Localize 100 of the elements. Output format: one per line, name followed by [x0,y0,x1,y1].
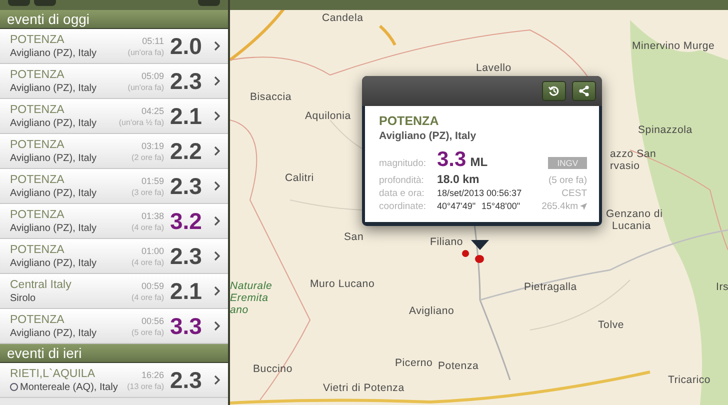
history-button[interactable] [542,81,566,101]
place-label: Spinazzola [638,124,692,136]
highway [378,24,396,46]
event-time: 05:11 [142,36,164,46]
event-age: (4 ore fa) [132,222,164,232]
history-icon [548,85,560,97]
event-region: Avigliano (PZ), Italy [10,82,97,94]
popup-pointer [471,240,489,250]
event-age: (un'ora ½ fa) [118,118,164,126]
longitude: 15°48'00" [482,201,520,211]
share-button[interactable] [572,81,596,101]
event-time: 00:59 [141,280,164,290]
chevron-icon [214,146,220,156]
place-label: Muro Lucano [310,278,375,290]
event-place: POTENZA [10,174,66,186]
section-header: eventi di oggi [0,10,228,29]
magnitude: 2.3 [170,366,203,394]
event-region: Avigliano (PZ), Italy [10,118,97,128]
field-label: magnitudo: [379,158,428,169]
place-label: San [344,231,364,243]
event-region: Montereale (AQ), Italy [20,382,118,392]
event-place: Central Italy [10,278,72,290]
chevron-icon [214,286,220,296]
event-marker[interactable] [462,250,469,257]
chevron-icon [214,321,220,331]
place-label: Pietragalla [524,281,577,293]
magnitude: 2.3 [170,242,203,270]
chevron-icon [214,111,220,121]
place-label: ano [230,304,248,316]
field-label: coordinate: [379,201,428,212]
magnitude: 2.2 [170,138,203,164]
place-label: rvasio [610,160,640,172]
place-label: Irs [716,281,728,293]
event-place: POTENZA [10,244,66,256]
place-label: Tolve [598,319,624,331]
map[interactable] [230,0,728,405]
magnitude-unit: ML [470,155,488,169]
place-label: Minervino Murge [632,40,715,52]
chevron-icon [214,41,220,51]
magnitude-value: 3.3 [437,148,466,171]
place-label: Tricarico [668,374,711,386]
chevron-icon [214,181,220,191]
share-icon [578,85,590,97]
place-label: Aquilonia [305,110,351,122]
event-marker[interactable] [475,255,484,263]
event-time: 05:09 [141,70,164,80]
event-region: Avigliano (PZ), Italy [10,222,97,234]
magnitude: 2.1 [170,278,203,304]
event-place: POTENZA [10,68,66,80]
event-region: Avigliano (PZ), Italy [10,328,97,338]
place-label: Lucania [612,220,651,232]
popup-title: POTENZA [379,114,440,128]
event-time: 00:56 [141,316,164,326]
event-age: (4 ore fa) [132,258,164,266]
place-label: Candela [322,12,364,24]
place-label: Bisaccia [250,91,292,103]
event-place: RIETI,L`AQUILA [10,368,96,380]
place-label: Eremita [230,292,268,304]
popup-region: Avigliano (PZ), Italy [379,130,478,142]
event-time: 01:38 [141,210,164,220]
event-age: (13 ore fa) [127,382,164,390]
section-header: eventi di ieri [0,344,228,363]
event-time: 01:00 [141,246,164,256]
depth-value: 18.0 km [437,174,480,186]
place-label: Picerno [395,357,433,369]
chevron-icon [214,251,220,261]
event-region: Avigliano (PZ), Italy [10,152,97,164]
event-time: 16:26 [141,370,164,380]
timezone: CEST [562,188,587,199]
event-age: (4 ore fa) [132,292,164,302]
magnitude: 2.0 [170,32,203,60]
event-age: (5 ore fa) [132,328,164,336]
place-label: Naturale [230,280,272,292]
event-age: (5 ore fa) [548,175,587,186]
latitude: 40°47'49" [437,201,476,211]
magnitude: 3.3 [170,312,203,340]
event-time: 01:59 [141,176,164,186]
event-place: POTENZA [10,104,66,116]
event-region: Avigliano (PZ), Italy [10,188,97,198]
place-label: Calitri [285,172,314,184]
field-label: profondità: [379,175,425,186]
event-age: (un'ora fa) [128,82,164,92]
event-age: (2 ore fa) [132,152,164,162]
chevron-icon [214,375,220,385]
event-age: (3 ore fa) [132,188,164,196]
event-place: POTENZA [10,138,66,150]
source-badge: INGV [548,157,587,169]
place-label: Lavello [476,62,512,74]
chevron-icon [214,216,220,226]
place-label: azzo San [610,148,656,160]
distance: 265.4km [542,201,578,212]
magnitude: 2.1 [170,102,203,130]
event-region: Avigliano (PZ), Italy [10,48,97,58]
place-label: Avigliano [409,305,454,317]
place-label: Vietri di Potenza [323,382,404,394]
event-place: POTENZA [10,34,66,46]
magnitude: 2.3 [170,172,203,200]
magnitude: 3.2 [170,208,203,234]
datetime-value: 18/set/2013 00:56:37 [437,188,523,198]
event-time: 03:19 [141,140,164,150]
